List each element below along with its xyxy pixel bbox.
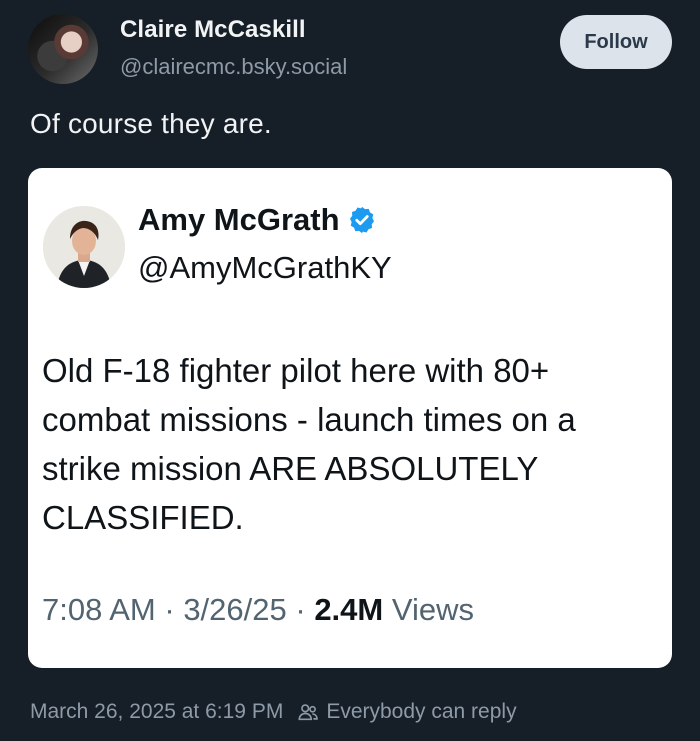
- people-icon: [298, 704, 319, 721]
- post-footer: March 26, 2025 at 6:19 PM Everybody can …: [30, 700, 517, 724]
- meta-dot: ·: [164, 592, 184, 627]
- embed-time: 7:08 AM: [42, 592, 156, 627]
- verified-badge-icon: [349, 206, 374, 234]
- embed-author-handle: @AmyMcGrathKY: [138, 250, 392, 285]
- embed-author-name: Amy McGrath: [138, 202, 340, 237]
- embed-body-text: Old F-18 fighter pilot here with 80+ com…: [42, 352, 576, 536]
- meta-dot: ·: [295, 592, 315, 627]
- embed-meta: 7:08 AM · 3/26/25 · 2.4M Views: [42, 592, 474, 628]
- embedded-post-card[interactable]: Amy McGrath @AmyMcGrathKY Old F-18 fight…: [28, 168, 672, 668]
- author-name[interactable]: Claire McCaskill: [120, 16, 306, 44]
- author-avatar[interactable]: [28, 14, 98, 84]
- views-count: 2.4M: [314, 592, 384, 627]
- post-text: Of course they are.: [30, 108, 272, 139]
- embed-author-avatar: [43, 206, 125, 288]
- views-label: Views: [391, 592, 474, 627]
- reply-setting[interactable]: Everybody can reply: [326, 700, 516, 724]
- post-timestamp[interactable]: March 26, 2025 at 6:19 PM: [30, 700, 283, 724]
- embed-date: 3/26/25: [183, 592, 287, 627]
- author-handle[interactable]: @clairecmc.bsky.social: [120, 54, 347, 80]
- follow-button[interactable]: Follow: [560, 15, 672, 69]
